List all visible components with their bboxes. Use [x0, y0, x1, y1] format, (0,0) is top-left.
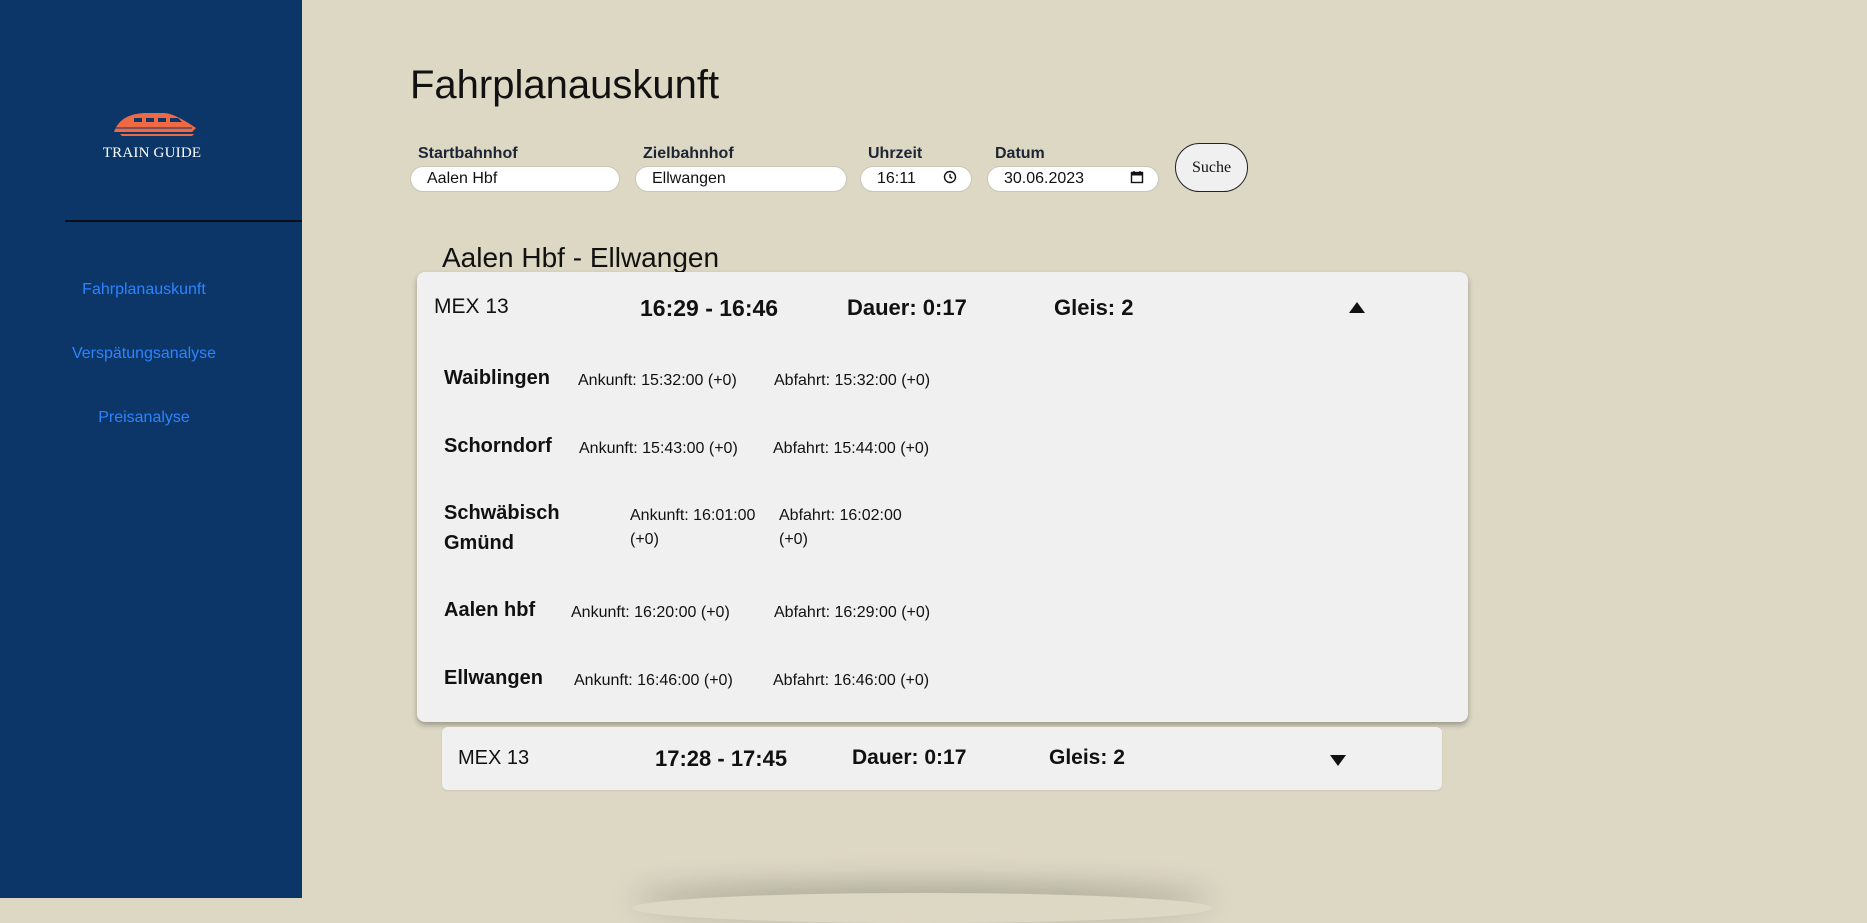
stop-row: Ellwangen Ankunft: 16:46:00 (+0) Abfahrt… [444, 663, 944, 693]
destination-station-input[interactable] [635, 166, 847, 192]
start-station-label: Startbahnhof [418, 145, 518, 162]
connection-duration: Dauer: 0:17 [847, 295, 967, 320]
stop-name: Schwäbisch Gmünd [444, 502, 560, 554]
search-button[interactable]: Suche [1175, 143, 1248, 192]
expand-arrow-icon[interactable] [1330, 755, 1346, 766]
connection-time: 16:29 - 16:46 [640, 295, 779, 321]
connection-line: MEX 13 [434, 295, 509, 318]
stop-arrival: Ankunft: 16:01:00 (+0) [630, 507, 756, 548]
sidebar-divider [65, 220, 302, 222]
date-label: Datum [995, 145, 1045, 162]
calendar-icon[interactable] [1130, 170, 1144, 189]
main-content: Fahrplanauskunft Startbahnhof Zielbahnho… [302, 0, 1867, 898]
sidebar-item-verspaetungsanalyse[interactable]: Verspätungsanalyse [0, 345, 288, 363]
date-value: 30.06.2023 [1004, 170, 1085, 187]
start-station-input[interactable] [410, 166, 620, 192]
sidebar: TRAIN GUIDE Fahrplanauskunft Verspätungs… [0, 0, 302, 898]
stop-row: Schwäbisch Gmünd Ankunft: 16:01:00 (+0) … [444, 498, 944, 558]
collapse-arrow-icon[interactable] [1349, 302, 1365, 313]
stop-name: Ellwangen [444, 667, 543, 689]
stop-departure: Abfahrt: 15:32:00 (+0) [774, 372, 931, 389]
sidebar-item-preisanalyse[interactable]: Preisanalyse [0, 409, 288, 427]
connection-line: MEX 13 [458, 747, 530, 769]
stop-departure: Abfahrt: 16:46:00 (+0) [773, 672, 930, 689]
date-field: Datum 30.06.2023 [987, 145, 1159, 192]
stop-row: Schorndorf Ankunft: 15:43:00 (+0) Abfahr… [444, 431, 944, 461]
stop-arrival: Ankunft: 15:32:00 (+0) [578, 372, 737, 389]
date-input[interactable]: 30.06.2023 [987, 166, 1159, 192]
connection-card-expanded: MEX 13 16:29 - 16:46 Dauer: 0:17 Gleis: … [417, 272, 1468, 722]
time-field: Uhrzeit 16:11 [860, 145, 972, 192]
stop-name: Schorndorf [444, 435, 552, 457]
destination-station-label: Zielbahnhof [643, 145, 734, 162]
stop-row: Aalen hbf Ankunft: 16:20:00 (+0) Abfahrt… [444, 595, 944, 625]
connection-card-collapsed[interactable]: MEX 13 17:28 - 17:45 Dauer: 0:17 Gleis: … [442, 727, 1442, 790]
stop-arrival: Ankunft: 16:46:00 (+0) [574, 672, 733, 689]
connection-time: 17:28 - 17:45 [655, 746, 788, 771]
connection-header[interactable]: MEX 13 16:29 - 16:46 Dauer: 0:17 Gleis: … [417, 272, 1468, 340]
stop-departure: Abfahrt: 15:44:00 (+0) [773, 440, 930, 457]
connection-duration: Dauer: 0:17 [852, 746, 967, 769]
logo[interactable]: TRAIN GUIDE [100, 108, 204, 162]
stop-name: Waiblingen [444, 367, 550, 389]
stop-row: Waiblingen Ankunft: 15:32:00 (+0) Abfahr… [444, 363, 944, 393]
time-input[interactable]: 16:11 [860, 166, 972, 192]
time-label: Uhrzeit [868, 145, 923, 162]
start-station-field: Startbahnhof [410, 145, 620, 192]
route-title: Aalen Hbf - Ellwangen [442, 242, 720, 273]
train-logo-icon [114, 113, 196, 136]
destination-station-field: Zielbahnhof [635, 145, 847, 192]
connection-platform: Gleis: 2 [1049, 746, 1125, 769]
stop-departure: Abfahrt: 16:02:00 (+0) [779, 507, 902, 548]
stop-departure: Abfahrt: 16:29:00 (+0) [774, 604, 931, 621]
time-value: 16:11 [877, 170, 916, 187]
stop-name: Aalen hbf [444, 599, 536, 621]
connection-platform: Gleis: 2 [1054, 295, 1134, 320]
sidebar-item-fahrplanauskunft[interactable]: Fahrplanauskunft [0, 281, 288, 299]
logo-text: TRAIN GUIDE [102, 145, 202, 161]
clock-icon[interactable] [943, 170, 957, 189]
stop-arrival: Ankunft: 16:20:00 (+0) [571, 604, 730, 621]
page-title: Fahrplanauskunft [410, 63, 720, 107]
stop-arrival: Ankunft: 15:43:00 (+0) [579, 440, 738, 457]
